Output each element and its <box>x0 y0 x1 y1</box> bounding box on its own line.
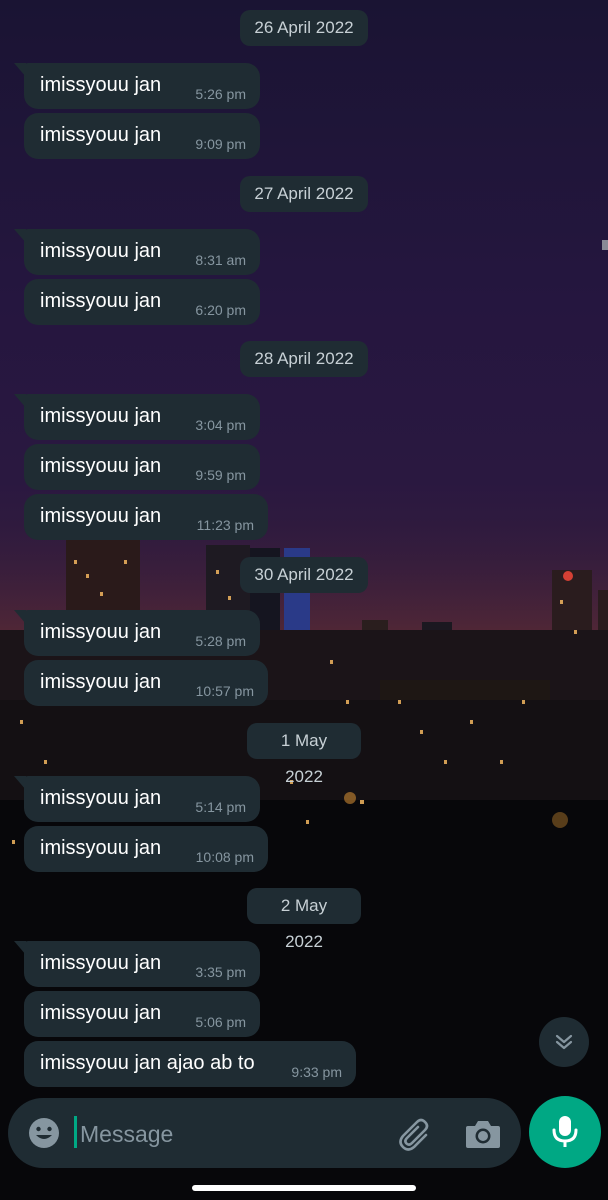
incoming-message[interactable]: imissyouu jan 9:09 pm <box>24 113 260 159</box>
message-text: imissyouu jan <box>40 240 162 262</box>
incoming-message[interactable]: imissyouu jan 10:57 pm <box>24 660 268 706</box>
incoming-message[interactable]: imissyouu jan 5:06 pm <box>24 991 260 1037</box>
bubble-tail <box>14 776 26 790</box>
bubble-tail <box>14 229 26 243</box>
incoming-message[interactable]: imissyouu jan 10:08 pm <box>24 826 268 872</box>
message-text: imissyouu jan <box>40 621 162 643</box>
message-timestamp: 5:28 pm <box>195 633 246 649</box>
message-text: imissyouu jan <box>40 952 162 974</box>
voice-message-button[interactable] <box>529 1096 601 1168</box>
incoming-message[interactable]: imissyouu jan 6:20 pm <box>24 279 260 325</box>
message-timestamp: 5:26 pm <box>195 86 246 102</box>
home-indicator[interactable] <box>192 1185 416 1191</box>
message-text: imissyouu jan <box>40 671 162 693</box>
camera-icon <box>466 1121 500 1148</box>
bubble-tail <box>14 941 26 955</box>
message-timestamp: 10:08 pm <box>195 849 254 865</box>
message-composer <box>8 1098 521 1168</box>
message-text: imissyouu jan <box>40 787 162 809</box>
date-separator: 28 April 2022 <box>240 341 368 377</box>
incoming-message[interactable]: imissyouu jan 11:23 pm <box>24 494 268 540</box>
text-cursor <box>74 1116 77 1148</box>
bubble-tail <box>14 63 26 77</box>
incoming-message[interactable]: imissyouu jan 8:31 am <box>14 229 260 275</box>
message-timestamp: 3:04 pm <box>195 417 246 433</box>
date-separator: 2 May 2022 <box>247 888 361 951</box>
microphone-icon <box>552 1116 578 1147</box>
scroll-to-bottom-button[interactable] <box>539 1017 589 1067</box>
message-text: imissyouu jan <box>40 1002 162 1024</box>
date-separator: 26 April 2022 <box>240 10 368 46</box>
paperclip-icon <box>399 1118 429 1151</box>
message-text: imissyouu jan <box>40 505 162 527</box>
camera-button[interactable] <box>463 1115 503 1153</box>
chat-message-list[interactable]: 26 April 2022 imissyouu jan 5:26 pm imissyo… <box>0 0 608 1100</box>
bubble-tail <box>14 394 26 408</box>
scroll-indicator <box>602 240 608 250</box>
message-text: imissyouu jan <box>40 405 162 427</box>
incoming-message[interactable]: imissyouu jan ajao ab to 9:33 pm <box>24 1041 356 1087</box>
incoming-message[interactable]: imissyouu jan 3:04 pm <box>14 394 260 440</box>
message-timestamp: 10:57 pm <box>195 683 254 699</box>
message-timestamp: 9:09 pm <box>195 136 246 152</box>
message-timestamp: 5:06 pm <box>195 1014 246 1030</box>
message-text: imissyouu jan <box>40 290 162 312</box>
message-timestamp: 9:33 pm <box>291 1064 342 1080</box>
message-text: imissyouu jan <box>40 74 162 96</box>
emoji-button[interactable] <box>26 1115 62 1151</box>
date-separator: 30 April 2022 <box>240 557 368 593</box>
incoming-message[interactable]: imissyouu jan 9:59 pm <box>24 444 260 490</box>
bubble-tail <box>14 610 26 624</box>
message-timestamp: 11:23 pm <box>196 517 254 533</box>
chevron-double-down-icon <box>555 1034 573 1050</box>
message-timestamp: 3:35 pm <box>195 964 246 980</box>
message-timestamp: 8:31 am <box>195 252 246 268</box>
message-timestamp: 6:20 pm <box>195 302 246 318</box>
incoming-message[interactable]: imissyouu jan 5:28 pm <box>14 610 260 656</box>
incoming-message[interactable]: imissyouu jan 5:26 pm <box>14 63 260 109</box>
attach-button[interactable] <box>396 1115 436 1153</box>
date-separator: 1 May 2022 <box>247 723 361 786</box>
emoji-icon <box>29 1118 59 1148</box>
message-input[interactable] <box>78 1110 382 1158</box>
message-timestamp: 5:14 pm <box>195 799 246 815</box>
message-text: imissyouu jan <box>40 837 162 859</box>
message-timestamp: 9:59 pm <box>195 467 246 483</box>
message-text: imissyouu jan <box>40 455 162 477</box>
incoming-message[interactable]: imissyouu jan 3:35 pm <box>14 941 260 987</box>
date-separator: 27 April 2022 <box>240 176 368 212</box>
message-text: imissyouu jan ajao ab to <box>40 1052 255 1074</box>
incoming-message[interactable]: imissyouu jan 5:14 pm <box>14 776 260 822</box>
message-text: imissyouu jan <box>40 124 162 146</box>
